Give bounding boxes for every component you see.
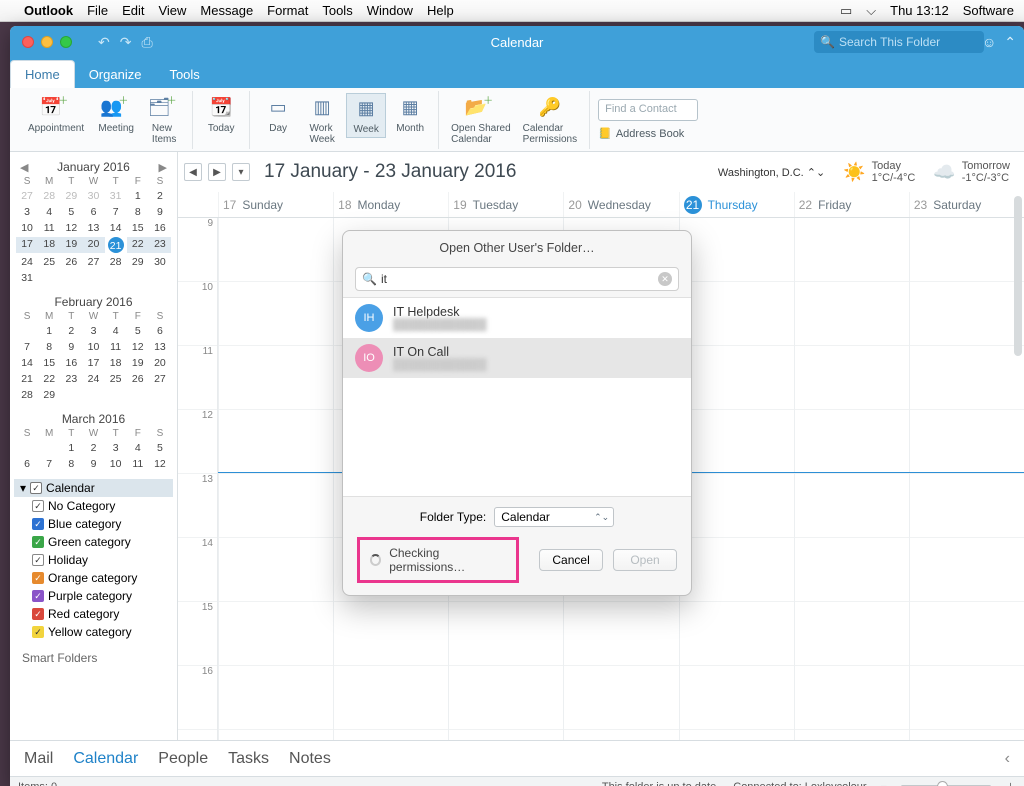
outlook-window: ↶ ↷ ⎙ Calendar 🔍 Search This Folder ☺ ⌃ … [10,26,1024,786]
clear-search-button[interactable]: ✕ [658,272,672,286]
open-other-folder-dialog: Open Other User's Folder… 🔍 it ✕ IH IT He… [342,230,692,596]
menu-file[interactable]: File [87,3,108,18]
menu-help[interactable]: Help [427,3,454,18]
open-button: Open [613,549,677,571]
checking-label: Checking permissions… [389,546,506,574]
menu-message[interactable]: Message [200,3,253,18]
wifi-icon[interactable]: ⌵ [866,3,876,19]
search-query: it [381,272,658,286]
result-row[interactable]: IH IT Helpdesk████████████ [343,298,691,338]
screencast-icon[interactable]: ▭ [840,3,852,19]
result-row[interactable]: IO IT On Call████████████ [343,338,691,378]
menu-view[interactable]: View [158,3,186,18]
dialog-search-input[interactable]: 🔍 it ✕ [355,267,679,291]
spinner-icon [370,554,381,566]
folder-type-label: Folder Type: [420,510,486,524]
modal-overlay: Open Other User's Folder… 🔍 it ✕ IH IT He… [10,26,1024,786]
cancel-button[interactable]: Cancel [539,549,603,571]
search-icon: 🔍 [362,272,377,286]
result-name: IT On Call [393,345,487,359]
folder-type-select[interactable]: Calendar [494,507,614,527]
avatar: IH [355,304,383,332]
menu-edit[interactable]: Edit [122,3,144,18]
menubar-app[interactable]: Outlook [24,3,73,18]
result-detail: ████████████ [393,319,487,331]
dialog-title: Open Other User's Folder… [343,231,691,261]
menubar-clock[interactable]: Thu 13:12 [890,3,949,18]
menubar-user[interactable]: Software [963,3,1014,18]
menu-format[interactable]: Format [267,3,308,18]
result-detail: ████████████ [393,359,487,371]
checking-permissions-indicator: Checking permissions… [357,537,519,583]
menu-tools[interactable]: Tools [322,3,352,18]
result-name: IT Helpdesk [393,305,487,319]
menu-window[interactable]: Window [367,3,413,18]
avatar: IO [355,344,383,372]
dialog-results: IHIT Helpdesk████████████IOIT On Call███… [343,297,691,497]
macos-menubar: Outlook File Edit View Message Format To… [0,0,1024,22]
